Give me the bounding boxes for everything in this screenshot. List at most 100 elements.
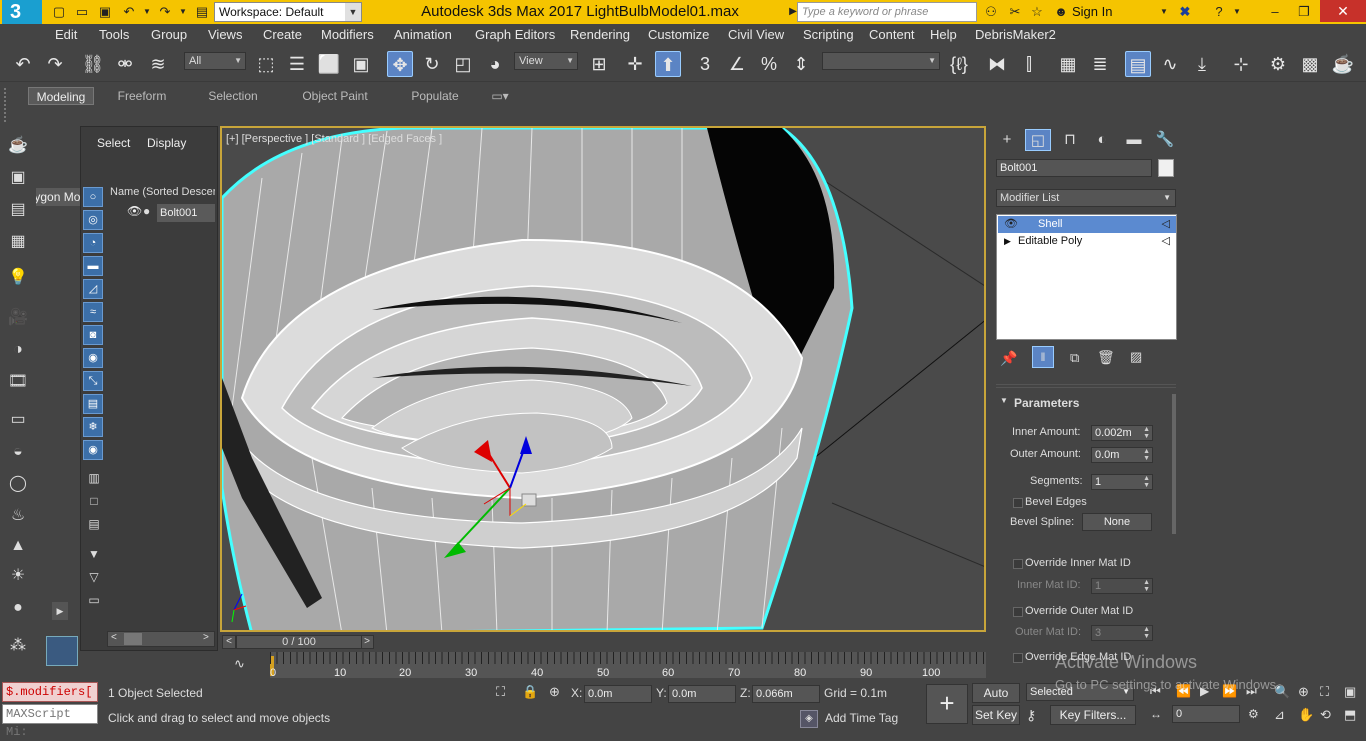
panel-icon[interactable]: ▦ <box>5 230 31 254</box>
light-icon[interactable]: 💡 <box>5 266 31 290</box>
x-coordinate-field[interactable]: 0.0m <box>584 685 652 703</box>
menu-tools[interactable]: Tools <box>99 27 129 42</box>
select-manipulate-icon[interactable]: ✛ <box>622 51 648 77</box>
inner-amount-spinner[interactable]: 0.002m ▲ ▼ <box>1091 425 1153 441</box>
perspective-viewport[interactable]: [+] [Perspective ] [Standard ] [Edged Fa… <box>220 126 986 632</box>
configure-modifier-sets-icon[interactable]: ▨ <box>1130 349 1142 365</box>
maxscript-listener-input[interactable]: $.modifiers[ <box>2 682 98 702</box>
inner-mat-id-spinner[interactable]: 1 ▲ ▼ <box>1091 578 1153 594</box>
filter-icon[interactable]: ▽ <box>85 568 103 586</box>
menu-help[interactable]: Help <box>930 27 957 42</box>
render-setup-icon[interactable]: ⚙ <box>1265 51 1291 77</box>
communication-center-icon[interactable]: ✂ <box>1006 3 1024 20</box>
layer-icon[interactable]: ▭ <box>85 591 103 609</box>
new-file-icon[interactable]: ▢ <box>50 3 68 20</box>
select-and-rotate-icon[interactable]: ↻ <box>419 51 445 77</box>
spinner-arrows-icon[interactable]: ▲ ▼ <box>1143 426 1150 440</box>
timeline-track[interactable]: 0 10 20 30 40 50 60 70 80 90 100 <box>270 652 986 679</box>
hierarchy-panel-icon[interactable]: ⊓ <box>1057 129 1083 151</box>
align-icon[interactable]: ⫿ <box>1016 51 1042 77</box>
create-panel-icon[interactable]: + <box>994 129 1020 151</box>
cone-icon[interactable]: ▲ <box>5 534 31 558</box>
display-lights-icon[interactable]: ◔ <box>83 233 103 253</box>
display-all-icon[interactable]: ▥ <box>85 469 103 487</box>
auto-key-button[interactable]: Auto Key <box>972 683 1020 718</box>
help-icon[interactable]: ? <box>1210 3 1228 20</box>
time-slider-prev[interactable]: < <box>222 635 236 649</box>
bind-to-space-warp-icon[interactable]: ≋ <box>145 51 171 77</box>
display-none-icon[interactable]: □ <box>85 492 103 510</box>
spinner-snap-icon[interactable]: ⇕ <box>788 51 814 77</box>
spinner-arrows-icon[interactable]: ▲ ▼ <box>1143 475 1150 489</box>
display-frozen-icon[interactable]: ❄ <box>83 417 103 437</box>
workspace-dropdown[interactable]: Workspace: Default ▼ <box>214 2 362 22</box>
select-and-scale-icon[interactable]: ◰ <box>450 51 476 77</box>
menu-group[interactable]: Group <box>151 27 187 42</box>
z-coordinate-field[interactable]: 0.066m <box>752 685 820 703</box>
render-icon[interactable]: ▣ <box>5 166 31 190</box>
time-tag-icon[interactable]: ◈ <box>800 710 818 728</box>
override-inner-mat-checkbox[interactable] <box>1013 559 1023 569</box>
pin-stack-icon[interactable]: 📌 <box>1000 350 1017 367</box>
schematic-view-icon[interactable]: ⤓ <box>1189 51 1215 77</box>
expand-triangle-icon[interactable]: ▶ <box>1004 233 1011 250</box>
parameters-rollout-header[interactable]: ▼ Parameters <box>996 394 1172 412</box>
teapot-primitive-icon[interactable]: ♨ <box>5 504 31 528</box>
sign-in-link[interactable]: Sign In <box>1072 4 1112 19</box>
curve-editor-icon[interactable]: ∿ <box>1157 51 1183 77</box>
key-filters-button[interactable]: Key Filters... <box>1050 705 1136 725</box>
tab-freeform[interactable]: Freeform <box>110 87 174 105</box>
redo-dropdown-icon[interactable]: ▼ <box>174 3 192 20</box>
sign-in-dropdown-icon[interactable]: ▼ <box>1155 3 1173 20</box>
particles-icon[interactable]: ⁂ <box>5 634 31 658</box>
menu-scripting[interactable]: Scripting <box>803 27 854 42</box>
scene-explorer-tab-display[interactable]: Display <box>147 136 186 150</box>
ribbon-options-icon[interactable]: ▭▾ <box>486 87 514 105</box>
field-of-view-icon[interactable]: ⊿ <box>1274 707 1285 723</box>
render-production-icon[interactable]: ☕ <box>1330 51 1356 77</box>
film-icon[interactable]: 🎞 <box>5 370 31 394</box>
scene-explorer-tab-select[interactable]: Select <box>97 136 130 150</box>
teapot-icon[interactable]: ☕ <box>5 134 31 158</box>
hemisphere-icon[interactable]: ◒ <box>5 440 31 464</box>
select-by-name-icon[interactable]: ☰ <box>284 51 310 77</box>
scroll-right-icon[interactable]: > <box>203 632 209 643</box>
modify-panel-icon[interactable]: ◱ <box>1025 129 1051 151</box>
reference-coordinate-dropdown[interactable]: View ▼ <box>514 52 578 70</box>
display-cameras-icon[interactable]: ▬ <box>83 256 103 276</box>
spinner-arrows-icon[interactable]: ▲ ▼ <box>1143 626 1150 640</box>
sound-icon[interactable]: ◑ <box>5 338 31 362</box>
override-outer-mat-checkbox[interactable] <box>1013 607 1023 617</box>
favorites-star-icon[interactable]: ☆ <box>1028 3 1046 20</box>
stack-item-shell[interactable]: 👁 Shell ◁ <box>998 216 1176 233</box>
viewport-thumb-icon[interactable] <box>46 636 78 666</box>
make-unique-icon[interactable]: ⧉ <box>1070 350 1079 366</box>
display-helpers-icon[interactable]: ◿ <box>83 279 103 299</box>
select-and-place-icon[interactable]: ◕ <box>482 51 508 77</box>
command-panel-scrollbar[interactable] <box>1172 394 1176 534</box>
curve-editor-mini-icon[interactable]: ∿ <box>234 656 245 672</box>
absolute-mode-icon[interactable]: ⊕ <box>549 684 560 700</box>
display-geometry-icon[interactable]: ○ <box>83 187 103 207</box>
display-shapes-icon[interactable]: ◎ <box>83 210 103 230</box>
ribbon-grip[interactable] <box>4 88 10 122</box>
current-frame-field[interactable]: 0 <box>1172 705 1240 723</box>
project-folder-icon[interactable]: ▤ <box>193 3 211 20</box>
maxscript-mini-listener[interactable]: MAXScript Mi: <box>2 704 98 739</box>
modifier-list-dropdown[interactable]: Modifier List ▼ <box>996 189 1176 207</box>
time-slider-next[interactable]: > <box>360 635 374 649</box>
toggle-ribbon-icon[interactable]: ▤ <box>1125 51 1151 77</box>
bevel-spline-button[interactable]: None <box>1082 513 1152 531</box>
undo-icon[interactable]: ↶ <box>10 51 36 77</box>
scene-explorer-name-column[interactable]: Name (Sorted Descen <box>107 183 215 201</box>
display-invert-icon[interactable]: ▤ <box>85 515 103 533</box>
motion-panel-icon[interactable]: ◐ <box>1089 129 1115 151</box>
menu-edit[interactable]: Edit <box>55 27 77 42</box>
scroll-thumb[interactable] <box>124 633 142 645</box>
display-panel-icon[interactable]: ▬ <box>1121 129 1147 151</box>
close-window-button[interactable]: ✕ <box>1320 0 1366 22</box>
scene-object-row[interactable]: 👁 ● Bolt001 <box>127 204 215 222</box>
segments-spinner[interactable]: 1 ▲ ▼ <box>1091 474 1153 490</box>
minimize-icon[interactable]: – <box>1266 3 1284 20</box>
binoculars-icon[interactable]: ⚇ <box>982 3 1000 20</box>
